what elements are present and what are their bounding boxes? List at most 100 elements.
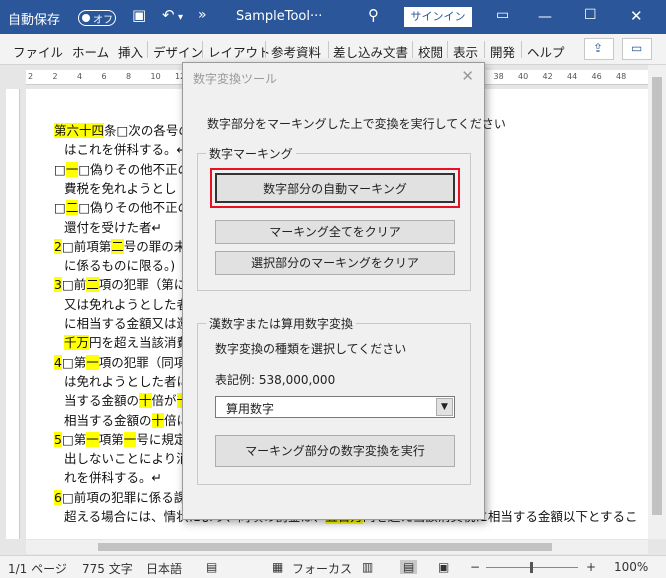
zoom-in-icon[interactable]: + (586, 560, 596, 574)
focus-mode[interactable]: フォーカス (292, 560, 352, 577)
highlighted-number: 2 (54, 238, 62, 254)
highlighted-number: 3 (54, 277, 62, 293)
text-run: 当する金額の (64, 393, 140, 409)
select-value: 算用数字 (226, 402, 275, 416)
text-run: □前項の犯罪に係る課 (61, 489, 187, 505)
search-icon[interactable]: ⚲ (368, 6, 379, 24)
close-window-icon[interactable]: ✕ (630, 7, 643, 25)
autosave-label: 自動保存 (8, 13, 61, 28)
text-run: 項の犯罪（同項 (98, 354, 187, 370)
save-icon[interactable]: ▣ (132, 6, 146, 24)
maximize-icon[interactable]: ☐ (584, 7, 597, 23)
highlighted-number: 二 (86, 277, 99, 293)
tab-references[interactable]: 参考資料 (271, 42, 321, 61)
tab-home[interactable]: ホーム (72, 42, 109, 61)
autosave-state: オフ (93, 15, 113, 26)
hscroll-thumb[interactable] (98, 543, 552, 551)
horizontal-scrollbar[interactable] (26, 540, 648, 554)
toggle-knob (82, 14, 90, 22)
ruler-tick-label: 6 (101, 72, 107, 81)
tab-mailings[interactable]: 差し込み文書 (333, 42, 408, 61)
dialog-title: 数字変換ツール (193, 72, 278, 86)
tab-help[interactable]: ヘルプ (527, 42, 565, 61)
document-line: に係るものに限る。) (64, 255, 175, 274)
highlighted-number: 二 (65, 200, 79, 216)
highlighted-number: 6 (54, 489, 62, 505)
undo-icon[interactable]: ↶ (162, 6, 175, 24)
share-button[interactable]: ⇪ (584, 38, 614, 60)
text-run: 又は免れようとした者 (64, 296, 190, 312)
highlighted-number: 十 (139, 393, 152, 409)
ruler-tick-label: 38 (493, 72, 504, 81)
tab-file[interactable]: ファイル (13, 42, 63, 61)
text-run: 出しないことにより消 (64, 451, 189, 467)
clear-all-button[interactable]: マーキング全てをクリア (215, 220, 455, 244)
tab-developer[interactable]: 開発 (490, 42, 515, 61)
text-run: 相当する金額の (64, 412, 152, 428)
text-run: は免れようとした者に (64, 373, 190, 389)
document-line: 相当する金額の十倍に (64, 410, 189, 429)
chevron-down-icon[interactable]: ▼ (436, 398, 453, 416)
conversion-group-label: 漢数字または算用数字変換 (206, 315, 357, 332)
conversion-type-select[interactable]: 算用数字 ▼ (215, 396, 455, 418)
comments-button[interactable]: ▭ (622, 38, 652, 60)
print-layout-icon[interactable]: ▤ (400, 560, 418, 574)
highlighted-number: 第六十四 (54, 123, 105, 138)
web-layout-icon[interactable]: ▣ (438, 560, 449, 574)
text-run: □ (54, 200, 66, 216)
format-example: 表記例: 538,000,000 (215, 373, 336, 387)
highlighted-number: 一 (65, 161, 79, 177)
tab-layout[interactable]: レイアウト (208, 42, 271, 61)
tab-design[interactable]: デザイン (153, 42, 203, 61)
text-run: に相当する金額又は還 (64, 316, 190, 331)
text-run: 項第 (98, 431, 124, 447)
tab-divider (328, 41, 329, 58)
tab-divider (147, 41, 148, 58)
more-commands-icon[interactable]: » (198, 7, 207, 23)
document-line: れを併科する。↵ (64, 467, 162, 486)
ruler-tick-label: 40 (518, 72, 529, 81)
page-count[interactable]: 1/1 ページ (8, 560, 67, 577)
scroll-thumb[interactable] (652, 77, 662, 515)
tab-divider (447, 41, 448, 58)
text-run: に係るものに限る。) (64, 258, 176, 274)
macro-icon[interactable]: ▤ (206, 560, 217, 574)
status-bar: 1/1 ページ 775 文字 日本語 ▤ ▦ フォーカス ▥ ▤ ▣ − + 1… (0, 555, 666, 578)
read-mode-icon[interactable]: ▥ (362, 560, 373, 574)
dialog-close-icon[interactable]: ✕ (461, 67, 474, 85)
ribbon-tabs: ファイル ホーム 挿入 デザイン レイアウト 参考資料 差し込み文書 校閲 表示… (0, 34, 666, 65)
minimize-icon[interactable]: — (538, 9, 552, 25)
ruler-tick-label: 42 (542, 72, 553, 81)
focus-icon[interactable]: ▦ (272, 560, 283, 574)
tab-divider (521, 41, 522, 58)
ruler-tick-label: 48 (616, 72, 627, 81)
language[interactable]: 日本語 (146, 560, 182, 577)
highlighted-number: 一 (123, 431, 137, 447)
tab-view[interactable]: 表示 (453, 42, 478, 61)
tab-insert[interactable]: 挿入 (118, 42, 143, 61)
zoom-out-icon[interactable]: − (470, 560, 480, 574)
text-run: 費税を免れようとし (64, 180, 177, 196)
vertical-scrollbar[interactable] (648, 65, 666, 539)
title-bar: 自動保存 オフ ▣ ↶ ▾ » SampleTool··· ⚲ サインイン ▭ … (0, 0, 666, 34)
signin-button[interactable]: サインイン (404, 7, 472, 27)
undo-dropdown-icon[interactable]: ▾ (178, 12, 183, 23)
zoom-level[interactable]: 100% (614, 560, 648, 574)
document-line: 還付を受けた者↵ (64, 217, 162, 236)
tab-divider (202, 41, 203, 58)
tab-review[interactable]: 校閲 (418, 42, 443, 61)
comment-icon: ▭ (631, 41, 643, 55)
execute-conversion-button[interactable]: マーキング部分の数字変換を実行 (215, 435, 455, 467)
autosave-toggle[interactable]: オフ (78, 10, 116, 26)
auto-mark-button[interactable]: 数字部分の自動マーキング (215, 173, 455, 203)
clear-selected-button[interactable]: 選択部分のマーキングをクリア (215, 251, 455, 275)
text-run: □ (54, 161, 66, 177)
word-count[interactable]: 775 文字 (82, 560, 133, 577)
text-run: 項の犯罪（第 (98, 277, 174, 293)
vertical-ruler[interactable] (6, 89, 20, 539)
zoom-slider-thumb[interactable] (530, 562, 533, 573)
tab-divider (412, 41, 413, 58)
share-icon: ⇪ (593, 41, 604, 55)
ruler-tick-label: 44 (567, 72, 578, 81)
ribbon-options-icon[interactable]: ▭ (496, 7, 509, 23)
